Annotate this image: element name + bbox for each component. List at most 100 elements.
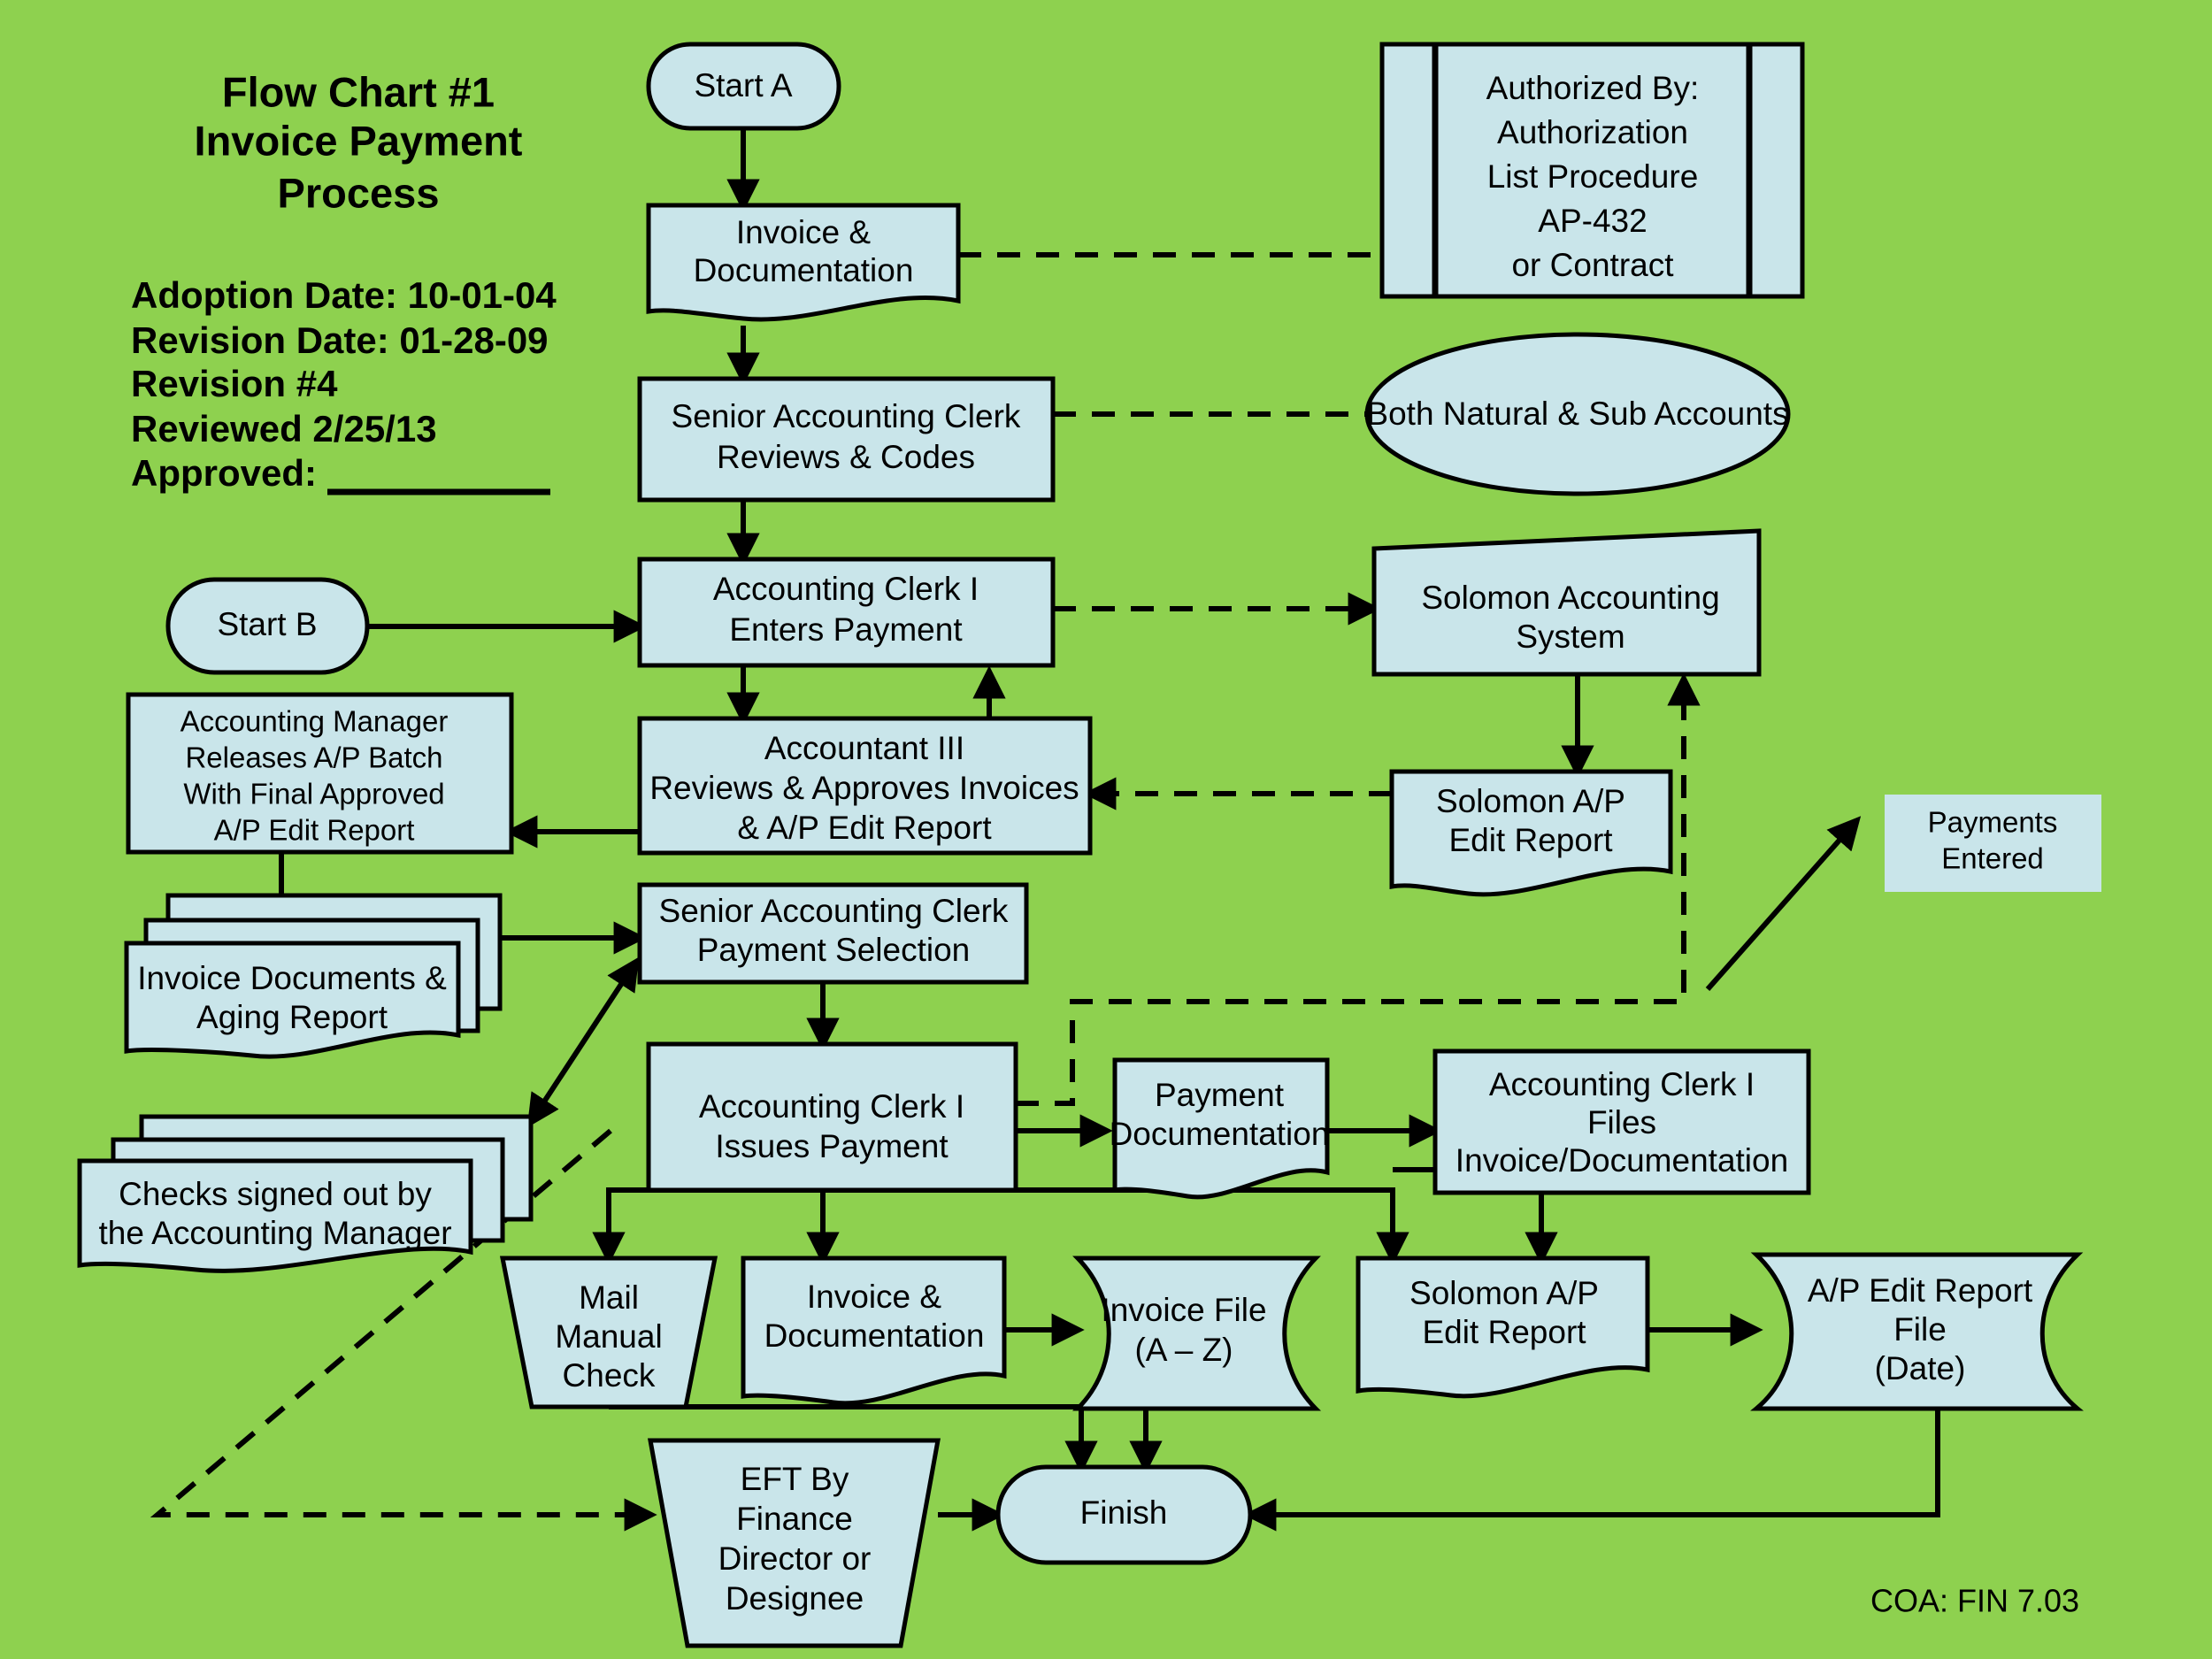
node-clerk-enters[interactable]: Accounting Clerk I Enters Payment (637, 557, 1056, 668)
node-invoice-docs-aging-line1: Invoice Documents & (137, 960, 447, 996)
node-finish[interactable]: Finish (995, 1464, 1253, 1565)
node-checks-signed[interactable]: Checks signed out by the Accounting Mana… (77, 1114, 534, 1273)
flowchart-canvas: Start A Invoice & Documentation Authoriz… (0, 0, 2212, 1659)
node-solomon-ap-edit-1-line1: Solomon A/P (1436, 783, 1625, 819)
node-eft-line2: Finance (736, 1501, 853, 1537)
node-acct-mgr-line4: A/P Edit Report (214, 814, 415, 847)
node-clerk-files-line2: Files (1587, 1104, 1656, 1141)
node-authorized-by-line5: or Contract (1511, 247, 1674, 283)
node-invoice-doc-bottom-line1: Invoice & (807, 1279, 942, 1315)
node-accountant-iii-line1: Accountant III (764, 730, 964, 766)
node-both-accounts[interactable]: Both Natural & Sub Accounts (1364, 332, 1791, 496)
flowchart-svg: Start A Invoice & Documentation Authoriz… (77, 42, 2101, 1648)
node-eft-line4: Designee (726, 1580, 864, 1617)
node-solomon-ap-edit-1-line2: Edit Report (1448, 822, 1613, 858)
node-authorized-by-line3: List Procedure (1487, 158, 1699, 195)
node-accountant-iii-line3: & A/P Edit Report (737, 810, 992, 846)
node-start-a[interactable]: Start A (646, 42, 841, 131)
node-eft-line3: Director or (718, 1540, 872, 1577)
page-title-line3: Process (278, 169, 440, 216)
node-ap-edit-report-file-line1: A/P Edit Report (1808, 1272, 2033, 1309)
edge-clerk-issues-to-mail-manual-check (592, 1187, 649, 1265)
node-invoice-doc-top-line1: Invoice & (736, 214, 872, 250)
node-authorized-by-line1: Authorized By: (1486, 70, 1700, 106)
node-invoice-docs-aging[interactable]: Invoice Documents & Aging Report (124, 893, 503, 1059)
node-solomon-ap-edit-2[interactable]: Solomon A/P Edit Report (1356, 1256, 1650, 1399)
node-invoice-file[interactable]: Invoice File (A – Z) (1071, 1256, 1322, 1411)
node-mail-manual-check-line3: Check (563, 1357, 656, 1394)
edge-checks-signed-bidirectional-sr-clerk-selection (526, 956, 640, 1128)
node-solomon-system-line1: Solomon Accounting (1421, 580, 1719, 616)
page-title-line1: Flow Chart #1 (222, 68, 495, 115)
node-payment-doc-line1: Payment (1155, 1077, 1285, 1113)
node-authorized-by-line4: AP-432 (1538, 203, 1647, 239)
page-title-line2: Invoice Payment (195, 117, 523, 164)
node-payment-doc[interactable]: Payment Documentation (1110, 1057, 1330, 1200)
node-payments-entered-line2: Entered (1941, 842, 2044, 875)
node-payments-entered[interactable]: Payments Entered (1885, 795, 2101, 892)
node-accountant-iii-line2: Reviews & Approves Invoices (649, 770, 1079, 806)
node-solomon-ap-edit-1[interactable]: Solomon A/P Edit Report (1389, 769, 1673, 897)
node-acct-mgr-line3: With Final Approved (183, 778, 444, 810)
node-clerk-enters-line2: Enters Payment (729, 611, 963, 648)
node-invoice-doc-bottom-line2: Documentation (764, 1317, 985, 1354)
revision-number: Revision #4 (131, 363, 338, 404)
node-invoice-doc-bottom[interactable]: Invoice & Documentation (741, 1256, 1007, 1406)
node-solomon-system[interactable]: Solomon Accounting System (1371, 528, 1762, 677)
node-mail-manual-check-line2: Manual (555, 1318, 662, 1355)
node-payment-doc-line2: Documentation (1110, 1116, 1330, 1152)
node-clerk-enters-line1: Accounting Clerk I (713, 571, 979, 607)
node-clerk-issues-line2: Issues Payment (715, 1128, 949, 1164)
reviewed-date: Reviewed 2/25/13 (131, 408, 437, 449)
node-sr-clerk-reviews[interactable]: Senior Accounting Clerk Reviews & Codes (637, 376, 1056, 503)
node-ap-edit-report-file-line3: (Date) (1875, 1350, 1966, 1386)
revision-date: Revision Date: 01-28-09 (131, 319, 549, 361)
node-start-a-label: Start A (694, 67, 792, 104)
node-eft-finance[interactable]: EFT By Finance Director or Designee (648, 1438, 941, 1648)
node-clerk-issues[interactable]: Accounting Clerk I Issues Payment (646, 1041, 1018, 1193)
node-sr-clerk-selection-line1: Senior Accounting Clerk (659, 893, 1009, 929)
node-ap-edit-report-file[interactable]: A/P Edit Report File (Date) (1750, 1252, 2084, 1411)
node-finish-label: Finish (1080, 1494, 1168, 1531)
edge-junction-to-payments-entered (1705, 816, 1862, 991)
footer-block: COA: FIN 7.03 (1870, 1583, 2079, 1619)
edge-payment-doc-bottom-run (609, 1187, 1409, 1265)
node-invoice-doc-top-line2: Documentation (694, 252, 914, 288)
header-block: Flow Chart #1 Invoice Payment Process Ad… (131, 68, 557, 495)
edge-ap-edit-report-file-to-finish (1243, 1407, 1940, 1532)
node-authorized-by[interactable]: Authorized By: Authorization List Proced… (1379, 42, 1805, 299)
node-mail-manual-check[interactable]: Mail Manual Check (499, 1256, 718, 1409)
node-invoice-doc-top[interactable]: Invoice & Documentation (646, 203, 961, 322)
node-checks-signed-line1: Checks signed out by (119, 1176, 432, 1212)
edge-clerk-issues-to-solomon-system-dashed (1016, 672, 1701, 1106)
node-clerk-issues-line1: Accounting Clerk I (699, 1088, 964, 1125)
node-invoice-file-line2: (A – Z) (1134, 1332, 1233, 1368)
node-acct-mgr-line2: Releases A/P Batch (185, 741, 442, 774)
node-clerk-files[interactable]: Accounting Clerk I Files Invoice/Documen… (1432, 1048, 1811, 1195)
node-invoice-file-line1: Invoice File (1101, 1292, 1266, 1328)
node-clerk-files-line1: Accounting Clerk I (1489, 1066, 1755, 1102)
coa-reference: COA: FIN 7.03 (1870, 1583, 2079, 1619)
node-clerk-files-line3: Invoice/Documentation (1455, 1142, 1788, 1179)
node-start-b-label: Start B (217, 606, 317, 642)
node-payments-entered-line1: Payments (1928, 806, 2058, 839)
node-acct-mgr-line1: Accounting Manager (180, 705, 449, 738)
node-invoice-docs-aging-line2: Aging Report (196, 999, 388, 1035)
node-both-accounts-label: Both Natural & Sub Accounts (1366, 396, 1788, 432)
node-sr-clerk-reviews-line1: Senior Accounting Clerk (672, 398, 1021, 434)
node-solomon-ap-edit-2-line2: Edit Report (1422, 1314, 1586, 1350)
node-solomon-system-line2: System (1516, 618, 1624, 655)
node-sr-clerk-reviews-line2: Reviews & Codes (717, 439, 975, 475)
node-acct-mgr-releases[interactable]: Accounting Manager Releases A/P Batch Wi… (126, 692, 514, 855)
node-solomon-ap-edit-2-line1: Solomon A/P (1409, 1275, 1599, 1311)
adoption-date: Adoption Date: 10-01-04 (131, 274, 557, 316)
node-ap-edit-report-file-line2: File (1893, 1311, 1947, 1348)
node-sr-clerk-selection[interactable]: Senior Accounting Clerk Payment Selectio… (637, 882, 1029, 985)
node-authorized-by-line2: Authorization (1497, 114, 1688, 150)
node-accountant-iii[interactable]: Accountant III Reviews & Approves Invoic… (637, 716, 1093, 856)
node-eft-line1: EFT By (741, 1461, 849, 1497)
node-checks-signed-line2: the Accounting Manager (98, 1215, 451, 1251)
node-start-b[interactable]: Start B (165, 577, 370, 675)
node-mail-manual-check-line1: Mail (579, 1279, 639, 1316)
approved-label: Approved: (131, 452, 317, 494)
